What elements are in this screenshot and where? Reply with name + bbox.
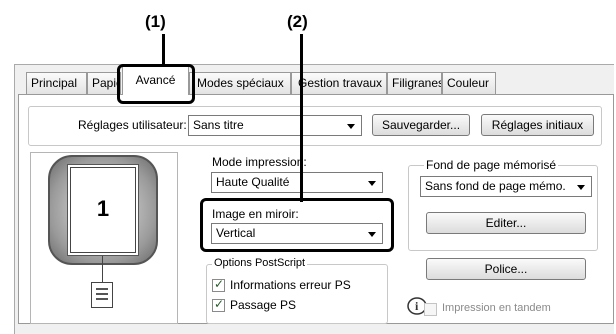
chevron-down-icon [347,124,355,129]
overlay-value: Sans fond de page mémo. [425,179,566,193]
user-settings-label: Réglages utilisateur: [78,118,187,132]
callout-1: (1) [145,12,166,31]
overlay-select[interactable]: Sans fond de page mémo. [420,176,592,197]
user-settings-value: Sans titre [193,118,244,132]
highlight-mirror-image [200,198,394,252]
tandem-checkbox[interactable] [424,303,437,316]
ps-error-info-checkbox[interactable]: ✓ [212,277,225,292]
page-number: 1 [96,196,110,221]
ps-passthrough-checkbox[interactable]: ✓ [212,297,225,312]
ps-error-info-label: Informations erreur PS [230,278,351,292]
tab-couleur[interactable]: Couleur [442,72,496,94]
edit-overlay-button[interactable]: Editer... [426,212,586,234]
callout-2-leader [300,34,303,202]
tab-papier[interactable]: Papier [87,72,121,94]
user-settings-select[interactable]: Sans titre [188,115,362,136]
print-mode-label: Mode impression: [212,155,307,169]
tab-gestion-travaux[interactable]: Gestion travaux [291,72,387,94]
preview-connector [102,256,103,282]
tab-filigranes[interactable]: Filigranes [387,72,442,94]
postscript-label: Options PostScript [212,257,308,269]
tandem-label: Impression en tandem [442,302,551,314]
ps-passthrough-label: Passage PS [230,298,297,312]
postscript-group [206,264,388,324]
initial-settings-button[interactable]: Réglages initiaux [481,114,594,136]
chevron-down-icon [577,185,585,190]
print-mode-select[interactable]: Haute Qualité [211,172,383,193]
tab-modes-speciaux[interactable]: Modes spéciaux [189,72,291,94]
callout-1-leader [162,34,165,68]
document-icon [91,282,113,308]
chevron-down-icon [368,181,376,186]
overlay-label: Fond de page mémorisé [424,158,559,172]
save-button[interactable]: Sauvegarder... [372,114,470,136]
highlight-tab-avance [117,64,195,104]
print-mode-value: Haute Qualité [216,175,290,189]
callout-2: (2) [287,12,308,31]
font-button[interactable]: Police... [426,258,586,280]
tab-principal[interactable]: Principal [26,72,87,94]
